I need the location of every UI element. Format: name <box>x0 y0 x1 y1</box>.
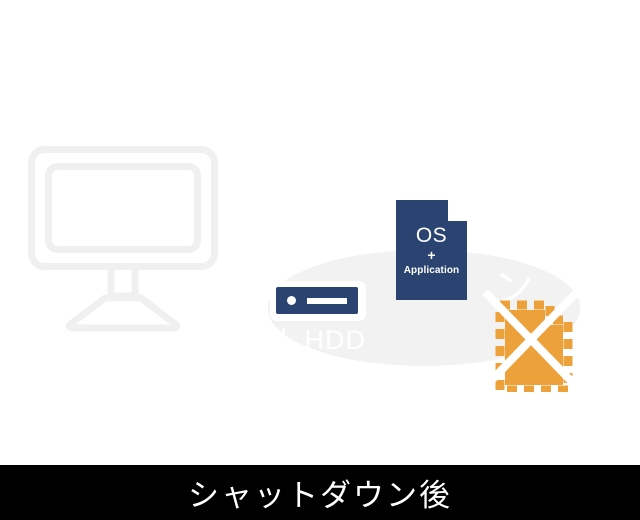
caption-label: シャットダウン後 <box>188 478 452 513</box>
desktop-monitor-icon <box>28 146 218 332</box>
deleted-block-svg <box>482 289 580 392</box>
os-application-block: OS + Application <box>396 200 467 300</box>
application-label: Application <box>403 264 460 276</box>
caption-bar: シャットダウン後 <box>0 465 640 520</box>
monitor-screen <box>45 163 201 253</box>
plus-symbol: + <box>427 246 436 263</box>
power-led-icon <box>287 296 296 305</box>
external-hdd-icon <box>276 287 358 314</box>
illustration-canvas: ン ル HDD OS + Application シャットダウン後 <box>0 0 640 520</box>
monitor-stand-base <box>65 294 181 332</box>
monitor-neck <box>107 270 139 300</box>
drive-slot-icon <box>307 298 347 304</box>
deleted-data-block <box>481 288 583 392</box>
os-label: OS <box>415 223 448 247</box>
os-block-text: OS + Application <box>396 200 467 300</box>
monitor-svg <box>28 146 218 332</box>
